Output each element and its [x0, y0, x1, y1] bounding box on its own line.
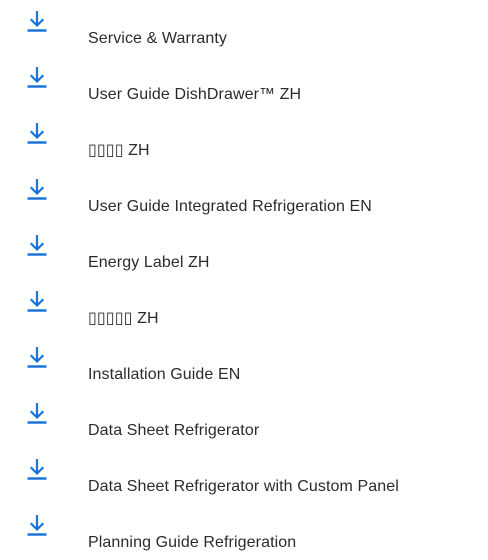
document-link-user-guide-integrated-refrigeration-en[interactable]: User Guide Integrated Refrigeration EN — [0, 168, 488, 224]
download-icon[interactable] — [26, 403, 48, 425]
document-link-zh-5[interactable]: ▯▯▯▯▯ ZH — [0, 280, 488, 336]
download-icon[interactable] — [26, 11, 48, 33]
document-label[interactable]: ▯▯▯▯▯ ZH — [88, 309, 159, 329]
document-link-user-guide-dishdrawer-zh[interactable]: User Guide DishDrawer™ ZH — [0, 56, 488, 112]
document-link-planning-guide-refrigeration[interactable]: Planning Guide Refrigeration — [0, 504, 488, 560]
document-label[interactable]: Installation Guide EN — [88, 365, 240, 385]
document-label[interactable]: Data Sheet Refrigerator with Custom Pane… — [88, 477, 399, 497]
document-link-data-sheet-refrigerator-custom-panel[interactable]: Data Sheet Refrigerator with Custom Pane… — [0, 448, 488, 504]
download-icon[interactable] — [26, 347, 48, 369]
document-label[interactable]: Energy Label ZH — [88, 253, 210, 273]
document-label[interactable]: ▯▯▯▯ ZH — [88, 141, 150, 161]
document-label[interactable]: User Guide DishDrawer™ ZH — [88, 85, 301, 105]
document-link-service-warranty[interactable]: Service & Warranty — [0, 0, 488, 56]
document-label[interactable]: Planning Guide Refrigeration — [88, 533, 296, 553]
download-icon[interactable] — [26, 291, 48, 313]
download-icon[interactable] — [26, 67, 48, 89]
document-label[interactable]: User Guide Integrated Refrigeration EN — [88, 197, 372, 217]
download-icon[interactable] — [26, 123, 48, 145]
document-link-data-sheet-refrigerator[interactable]: Data Sheet Refrigerator — [0, 392, 488, 448]
document-link-zh-4[interactable]: ▯▯▯▯ ZH — [0, 112, 488, 168]
document-link-energy-label-zh[interactable]: Energy Label ZH — [0, 224, 488, 280]
document-label[interactable]: Data Sheet Refrigerator — [88, 421, 259, 441]
document-link-installation-guide-en[interactable]: Installation Guide EN — [0, 336, 488, 392]
document-download-list: Service & Warranty User Guide DishDrawer… — [0, 0, 488, 560]
download-icon[interactable] — [26, 515, 48, 537]
download-icon[interactable] — [26, 235, 48, 257]
download-icon[interactable] — [26, 179, 48, 201]
document-label[interactable]: Service & Warranty — [88, 29, 227, 49]
download-icon[interactable] — [26, 459, 48, 481]
